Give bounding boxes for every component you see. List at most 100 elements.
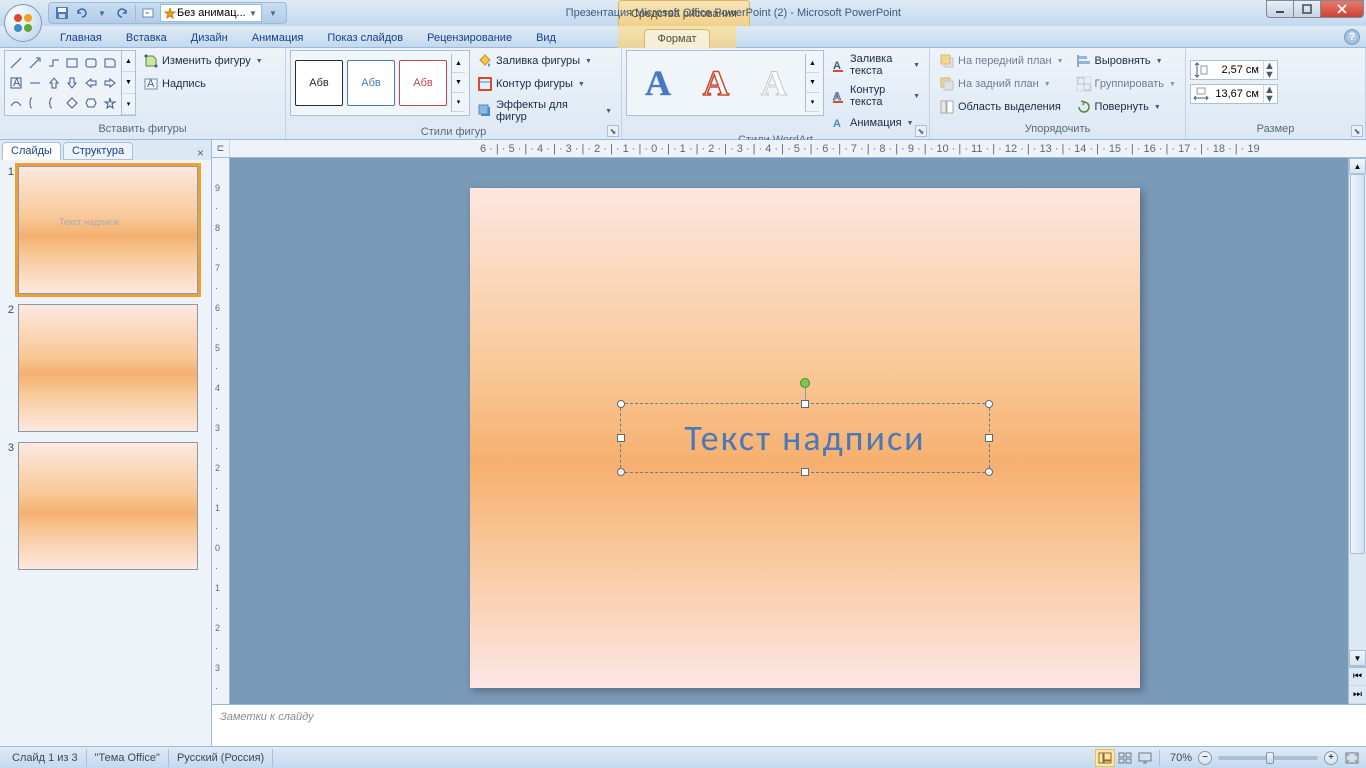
vertical-ruler[interactable]: 9·8·7·6·5·4·3·2·1·0·1·2·3·4·5 <box>212 158 230 704</box>
shape-downarrow-icon[interactable] <box>64 73 82 92</box>
shape-line2-icon[interactable] <box>26 73 44 92</box>
thumbnail-1[interactable]: 1 Текст надписи <box>4 166 207 294</box>
shape-roundrect-icon[interactable] <box>82 53 100 72</box>
resize-handle-ne[interactable] <box>985 400 993 408</box>
help-button[interactable]: ? <box>1344 29 1360 45</box>
zoom-out-button[interactable]: − <box>1198 751 1212 765</box>
undo-icon[interactable] <box>73 4 91 22</box>
shape-bracket-icon[interactable] <box>26 94 44 113</box>
prev-slide-button[interactable]: ⏮ <box>1349 668 1366 686</box>
style-preset-1[interactable]: Абв <box>295 60 343 106</box>
tab-animation[interactable]: Анимация <box>240 29 316 47</box>
send-back-button[interactable]: На задний план▼ <box>934 73 1069 95</box>
shape-hex-icon[interactable] <box>82 94 100 113</box>
shape-styles-launcher[interactable]: ⬊ <box>607 125 619 137</box>
width-input[interactable] <box>1211 88 1261 100</box>
resize-handle-sw[interactable] <box>617 468 625 476</box>
minimize-button[interactable] <box>1266 0 1294 18</box>
close-button[interactable] <box>1320 0 1364 18</box>
text-outline-button[interactable]: A Контур текста▼ <box>826 81 925 111</box>
styles-more-icon[interactable]: ▾ <box>452 93 465 112</box>
edit-shape-button[interactable]: Изменить фигуру▼ <box>138 50 268 72</box>
shape-leftarrow-icon[interactable] <box>82 73 100 92</box>
wordart-scroll-down-icon[interactable]: ▼ <box>806 73 819 92</box>
next-slide-button[interactable]: ⏭ <box>1349 686 1366 704</box>
shapes-gallery[interactable]: A ▲ ▼ ▾ <box>4 50 136 116</box>
ruler-corner[interactable]: ⊏ <box>212 140 230 158</box>
align-button[interactable]: Выровнять▼ <box>1071 50 1181 72</box>
gallery-scroll-down-icon[interactable]: ▼ <box>122 72 135 93</box>
shape-rect-icon[interactable] <box>64 53 82 72</box>
shape-fill-button[interactable]: Заливка фигуры▼ <box>472 50 617 72</box>
shape-outline-button[interactable]: Контур фигуры▼ <box>472 73 617 95</box>
shape-arrow-icon[interactable] <box>26 53 44 72</box>
rotate-button[interactable]: Повернуть▼ <box>1071 96 1181 118</box>
width-down-icon[interactable]: ▼ <box>1263 94 1275 103</box>
status-language[interactable]: Русский (Россия) <box>169 749 273 767</box>
view-slideshow-icon[interactable] <box>1135 749 1155 767</box>
tab-format[interactable]: Формат <box>644 29 709 49</box>
tab-home[interactable]: Главная <box>48 29 114 47</box>
gallery-more-icon[interactable]: ▾ <box>122 94 135 115</box>
status-slide-count[interactable]: Слайд 1 из 3 <box>4 749 87 767</box>
shape-quad-icon[interactable] <box>64 94 82 113</box>
bring-front-button[interactable]: На передний план▼ <box>934 50 1069 72</box>
office-button[interactable] <box>4 4 42 42</box>
rotation-handle[interactable] <box>800 378 810 388</box>
view-sorter-icon[interactable] <box>1115 749 1135 767</box>
wordart-launcher[interactable]: ⬊ <box>915 125 927 137</box>
styles-scroll-up-icon[interactable]: ▲ <box>452 54 465 73</box>
selection-pane-button[interactable]: Область выделения <box>934 96 1069 118</box>
shape-textbox-icon[interactable]: A <box>7 73 25 92</box>
tab-review[interactable]: Рецензирование <box>415 29 524 47</box>
textbox-button[interactable]: A Надпись <box>138 73 268 95</box>
shape-line-icon[interactable] <box>7 53 25 72</box>
wordart-scroll-up-icon[interactable]: ▲ <box>806 54 819 73</box>
text-fill-button[interactable]: A Заливка текста▼ <box>826 50 925 80</box>
thumbnail-2[interactable]: 2 <box>4 304 207 432</box>
resize-handle-s[interactable] <box>801 468 809 476</box>
shape-brace-icon[interactable] <box>45 94 63 113</box>
scroll-up-icon[interactable]: ▲ <box>1349 158 1366 174</box>
tab-view[interactable]: Вид <box>524 29 568 47</box>
style-preset-2[interactable]: Абв <box>347 60 395 106</box>
zoom-slider-thumb[interactable] <box>1266 752 1274 764</box>
wordart-preset-2[interactable]: А <box>689 58 743 108</box>
zoom-slider[interactable] <box>1218 756 1318 760</box>
resize-handle-w[interactable] <box>617 434 625 442</box>
style-preset-3[interactable]: Абв <box>399 60 447 106</box>
text-effects-button[interactable]: A Анимация▼ <box>826 112 925 134</box>
text-box-selected[interactable]: Текст надписи <box>620 403 990 473</box>
wordart-more-icon[interactable]: ▾ <box>806 93 819 112</box>
tab-insert[interactable]: Вставка <box>114 29 179 47</box>
vertical-scrollbar[interactable]: ▲ ▼ ⏮ ⏭ <box>1348 158 1366 704</box>
slide[interactable]: Текст надписи <box>470 188 1140 688</box>
shape-rightarrow-icon[interactable] <box>101 73 119 92</box>
zoom-percent[interactable]: 70% <box>1164 752 1198 764</box>
resize-handle-e[interactable] <box>985 434 993 442</box>
redo-icon[interactable] <box>113 4 131 22</box>
resize-handle-se[interactable] <box>985 468 993 476</box>
shape-styles-gallery[interactable]: Абв Абв Абв ▲ ▼ ▾ <box>290 50 470 116</box>
qat-customize-icon[interactable]: ▼ <box>264 4 282 22</box>
height-down-icon[interactable]: ▼ <box>1263 70 1275 79</box>
resize-handle-n[interactable] <box>801 400 809 408</box>
shape-connector-icon[interactable] <box>45 53 63 72</box>
horizontal-ruler[interactable]: ⊏ 6 · | · 5 · | · 4 · | · 3 · | · 2 · | … <box>212 140 1366 158</box>
thumbnail-3[interactable]: 3 <box>4 442 207 570</box>
scroll-down-icon[interactable]: ▼ <box>1349 650 1366 666</box>
gallery-scroll-up-icon[interactable]: ▲ <box>122 51 135 72</box>
wordart-preset-3[interactable]: А <box>747 58 801 108</box>
preview-icon[interactable] <box>140 4 158 22</box>
styles-scroll-down-icon[interactable]: ▼ <box>452 73 465 92</box>
animation-selector[interactable]: Без анимац... ▼ <box>160 4 262 22</box>
scroll-track[interactable] <box>1349 174 1366 650</box>
tab-slideshow[interactable]: Показ слайдов <box>315 29 415 47</box>
shape-uparrow-icon[interactable] <box>45 73 63 92</box>
shape-curve-icon[interactable] <box>7 94 25 113</box>
pane-close-button[interactable]: × <box>194 146 207 160</box>
tab-design[interactable]: Дизайн <box>179 29 240 47</box>
size-launcher[interactable]: ⬊ <box>1351 125 1363 137</box>
resize-handle-nw[interactable] <box>617 400 625 408</box>
pane-tab-slides[interactable]: Слайды <box>2 142 61 160</box>
